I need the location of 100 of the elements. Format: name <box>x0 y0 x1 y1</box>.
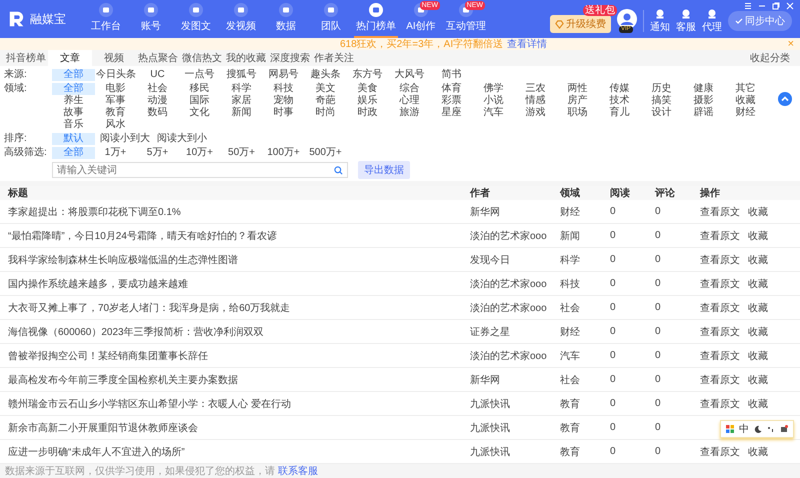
filter-option[interactable]: 1万+ <box>94 147 137 159</box>
filter-option[interactable]: 科学 <box>220 83 263 95</box>
filter-option[interactable]: 文化 <box>178 107 221 119</box>
action-link[interactable]: 收藏 <box>748 372 768 386</box>
tab[interactable]: 视频 <box>92 50 136 66</box>
filter-option[interactable]: 传媒 <box>598 83 641 95</box>
tab[interactable]: 抖音榜单 <box>4 50 48 66</box>
close-icon[interactable] <box>786 2 794 10</box>
action-link[interactable]: 查看原文 <box>700 372 740 386</box>
filter-option[interactable]: 音乐 <box>52 119 95 131</box>
nav-item[interactable]: 发图文 <box>174 0 218 38</box>
filter-option[interactable]: 美食 <box>346 83 389 95</box>
filter-option[interactable]: 两性 <box>556 83 599 95</box>
nav-item[interactable]: 工作台 <box>84 0 128 38</box>
filter-option[interactable]: 汽车 <box>472 107 515 119</box>
action-link[interactable]: 收藏 <box>748 444 768 458</box>
action-link[interactable]: 查看原文 <box>700 324 740 338</box>
filter-option[interactable]: 搞笑 <box>640 95 683 107</box>
nav-item[interactable]: 团队 <box>309 0 353 38</box>
nav-item[interactable]: 账号 <box>129 0 173 38</box>
filter-option[interactable]: 10万+ <box>178 147 221 159</box>
action-link[interactable]: 收藏 <box>748 348 768 362</box>
filter-option[interactable]: 数码 <box>136 107 179 119</box>
filter-option[interactable]: 职场 <box>556 107 599 119</box>
filter-option[interactable]: 设计 <box>640 107 683 119</box>
filter-option[interactable]: 娱乐 <box>346 95 389 107</box>
action-link[interactable]: 收藏 <box>748 228 768 242</box>
filter-option[interactable]: 奇葩 <box>304 95 347 107</box>
filter-option[interactable]: 健康 <box>682 83 725 95</box>
filter-option[interactable]: 简书 <box>430 69 473 81</box>
nav-item[interactable]: 数据 <box>264 0 308 38</box>
restore-icon[interactable] <box>772 2 780 10</box>
filter-option[interactable]: 养生 <box>52 95 95 107</box>
moon-icon[interactable] <box>754 425 762 433</box>
menu-icon[interactable] <box>744 2 752 10</box>
action-link[interactable]: 收藏 <box>748 396 768 410</box>
filter-option[interactable]: 摄影 <box>682 95 725 107</box>
action-link[interactable]: 收藏 <box>748 300 768 314</box>
toolbar-button[interactable]: 通知 <box>650 8 670 34</box>
filter-option[interactable]: 心理 <box>388 95 431 107</box>
filter-option[interactable]: 其它 <box>724 83 767 95</box>
filter-option[interactable]: 辟谣 <box>682 107 725 119</box>
filter-option[interactable]: 家居 <box>220 95 263 107</box>
filter-option[interactable]: 美文 <box>304 83 347 95</box>
action-link[interactable]: 查看原文 <box>700 252 740 266</box>
action-link[interactable]: 查看原文 <box>700 204 740 218</box>
filter-option[interactable]: 今日头条 <box>94 69 137 81</box>
contact-link[interactable]: 联系客服 <box>278 466 318 477</box>
action-link[interactable]: 收藏 <box>748 276 768 290</box>
filter-option[interactable]: 星座 <box>430 107 473 119</box>
filter-option[interactable]: 房产 <box>556 95 599 107</box>
filter-option[interactable]: 故事 <box>52 107 95 119</box>
filter-option[interactable]: 技术 <box>598 95 641 107</box>
toolbar-button[interactable]: 代理 <box>702 8 722 34</box>
filter-option[interactable]: 动漫 <box>136 95 179 107</box>
filter-option[interactable]: 小说 <box>472 95 515 107</box>
filter-option[interactable]: 时政 <box>346 107 389 119</box>
filter-option[interactable]: 50万+ <box>220 147 263 159</box>
filter-option[interactable]: 旅游 <box>388 107 431 119</box>
filter-option[interactable]: 时尚 <box>304 107 347 119</box>
tab[interactable]: 微信热文 <box>180 50 224 66</box>
filter-option[interactable]: 大风号 <box>388 69 431 81</box>
input-mode-label[interactable]: 中 <box>739 422 749 436</box>
filter-option[interactable]: 三农 <box>514 83 557 95</box>
action-link[interactable]: 查看原文 <box>700 348 740 362</box>
filter-option[interactable]: 阅读小到大 <box>98 133 152 145</box>
tab[interactable]: 文章 <box>48 50 92 66</box>
filter-option[interactable]: 网易号 <box>262 69 305 81</box>
filter-option[interactable]: 综合 <box>388 83 431 95</box>
filter-option[interactable]: 5万+ <box>136 147 179 159</box>
tab[interactable]: 深度搜索 <box>268 50 312 66</box>
filter-option[interactable]: 趣头条 <box>304 69 347 81</box>
export-button[interactable]: 导出数据 <box>358 161 410 179</box>
filter-option[interactable]: 财经 <box>724 107 767 119</box>
toolbar-button[interactable]: 客服 <box>676 8 696 34</box>
filter-option[interactable]: 东方号 <box>346 69 389 81</box>
filter-option[interactable]: 国际 <box>178 95 221 107</box>
chevron-up-icon[interactable] <box>778 92 792 106</box>
filter-option[interactable]: 彩票 <box>430 95 473 107</box>
action-link[interactable]: 查看原文 <box>700 444 740 458</box>
collapse-link[interactable]: 收起分类 <box>750 51 790 65</box>
filter-option[interactable]: 一点号 <box>178 69 221 81</box>
filter-option[interactable]: 电影 <box>94 83 137 95</box>
filter-option[interactable]: 阅读大到小 <box>155 133 209 145</box>
grid-icon[interactable] <box>726 425 734 433</box>
filter-option[interactable]: 历史 <box>640 83 683 95</box>
search-field[interactable]: 请输入关键词 <box>52 162 348 178</box>
filter-option[interactable]: 科技 <box>262 83 305 95</box>
nav-item[interactable]: 发视频 <box>219 0 263 38</box>
filter-option[interactable]: 体育 <box>430 83 473 95</box>
filter-option[interactable]: 500万+ <box>304 147 347 159</box>
filter-option[interactable]: 军事 <box>94 95 137 107</box>
tab[interactable]: 作者关注 <box>312 50 356 66</box>
action-link[interactable]: 查看原文 <box>700 300 740 314</box>
filter-option[interactable]: 佛学 <box>472 83 515 95</box>
action-link[interactable]: 收藏 <box>748 252 768 266</box>
details-link[interactable]: 查看详情 <box>507 37 548 51</box>
action-link[interactable]: 查看原文 <box>700 228 740 242</box>
filter-option[interactable]: 情感 <box>514 95 557 107</box>
filter-option[interactable]: 育儿 <box>598 107 641 119</box>
